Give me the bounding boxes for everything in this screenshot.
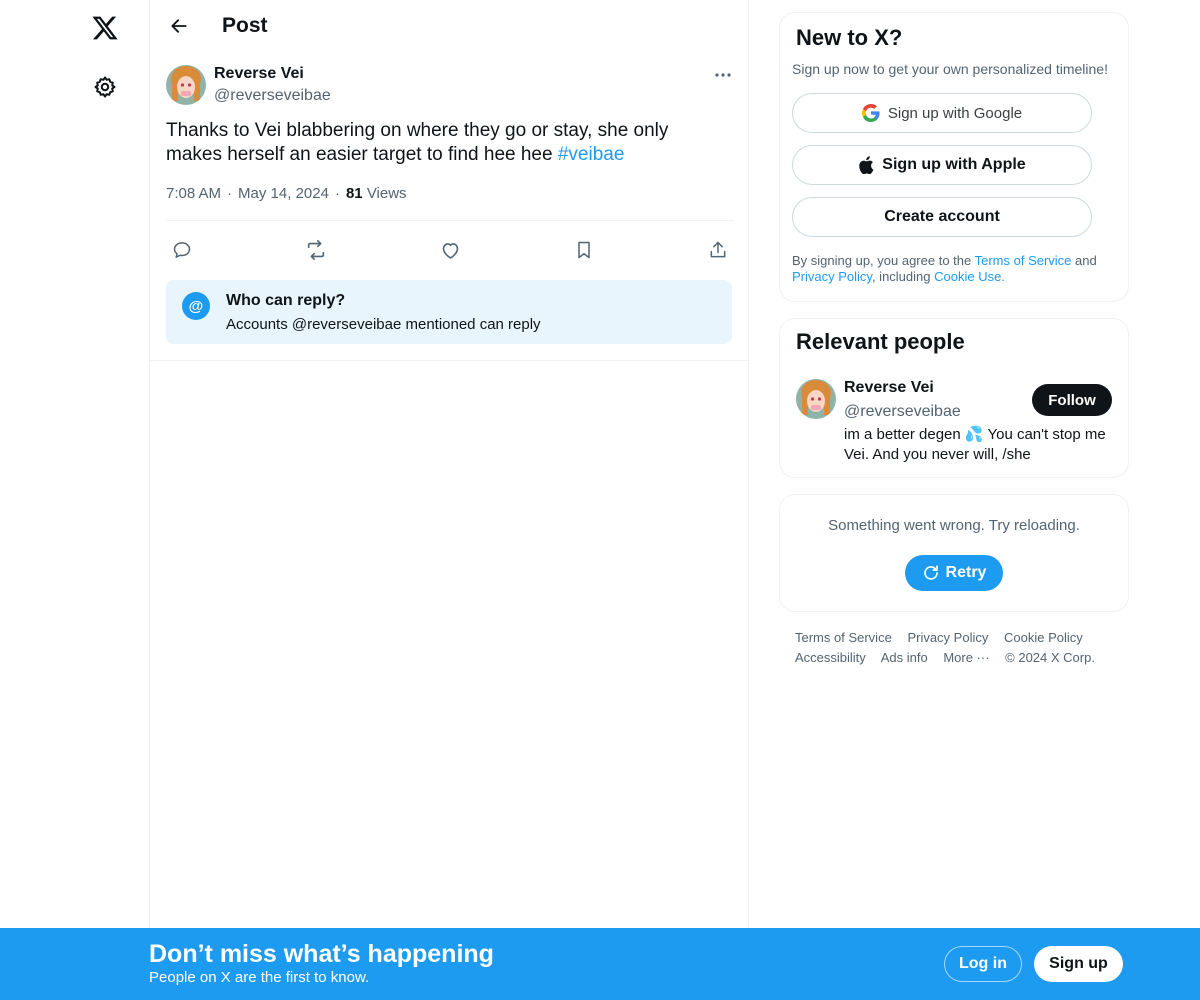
create-account-label: Create account <box>884 208 1000 225</box>
footer-more-link[interactable]: More ··· <box>943 650 989 665</box>
relevant-person-handle[interactable]: @reverseveibae <box>844 403 961 421</box>
author-name[interactable]: Reverse Vei <box>214 65 304 83</box>
page-title: Post <box>222 14 268 37</box>
bookmark-icon[interactable] <box>567 233 601 267</box>
left-nav <box>0 0 150 1000</box>
signup-card: New to X? Sign up now to get your own pe… <box>779 12 1129 302</box>
gear-icon[interactable] <box>81 63 129 111</box>
author-handle[interactable]: @reverseveibae <box>214 87 331 105</box>
refresh-icon <box>923 565 938 580</box>
footer-link[interactable]: Terms of Service <box>795 630 892 645</box>
relevant-person-name[interactable]: Reverse Vei <box>844 379 934 397</box>
post-time[interactable]: 7:08 AM <box>166 185 221 202</box>
legal-and: and <box>1071 253 1097 268</box>
at-sign-icon: @ <box>182 292 210 320</box>
create-account-button[interactable]: Create account <box>792 197 1092 237</box>
bottom-signup-bar: Don’t miss what’s happening People on X … <box>0 928 1200 1000</box>
cookie-link[interactable]: Cookie Use. <box>934 269 1005 284</box>
views-label: Views <box>366 185 407 202</box>
legal-prefix: By signing up, you agree to the <box>792 253 975 268</box>
signup-legal-text: By signing up, you agree to the Terms of… <box>792 253 1112 285</box>
reply-settings-box: @ Who can reply? Accounts @reverseveibae… <box>166 280 732 344</box>
retry-button[interactable]: Retry <box>905 555 1003 591</box>
error-message: Something went wrong. Try reloading. <box>828 517 1080 534</box>
repost-icon[interactable] <box>299 233 333 267</box>
meta-separator: · <box>227 185 233 202</box>
top-bar: Post <box>150 0 750 53</box>
more-icon[interactable] <box>708 63 738 87</box>
google-icon <box>861 104 880 122</box>
post-actions <box>166 221 734 269</box>
signup-apple-button[interactable]: Sign up with Apple <box>792 145 1092 185</box>
signup-google-button[interactable]: Sign up with Google <box>792 93 1092 133</box>
reply-settings-subtitle: Accounts @reverseveibae mentioned can re… <box>226 316 541 333</box>
avatar[interactable] <box>796 379 836 419</box>
footer-link[interactable]: Ads info <box>881 650 928 665</box>
relevant-people-title: Relevant people <box>796 329 965 354</box>
share-icon[interactable] <box>701 233 735 267</box>
apple-icon <box>859 156 874 174</box>
footer-link[interactable]: Accessibility <box>795 650 866 665</box>
main-column: Post Reverse Vei @reverseveibae Thanks t… <box>149 0 750 1000</box>
signup-title: New to X? <box>796 25 903 50</box>
relevant-person-bio: im a better degen 💦 You can't stop me Ve… <box>844 426 1106 463</box>
post-meta: 7:08 AM · May 14, 2024 · 81 Views <box>166 185 407 202</box>
like-icon[interactable] <box>433 233 467 267</box>
signup-subtitle: Sign up now to get your own personalized… <box>792 61 1108 77</box>
meta-separator: · <box>334 185 340 202</box>
relevant-people-card: Relevant people Reverse Vei @reverseveib… <box>779 318 1129 478</box>
reply-settings-title: Who can reply? <box>226 292 346 309</box>
views-count: 81 <box>345 185 363 202</box>
avatar[interactable] <box>166 65 206 105</box>
reply-icon[interactable] <box>165 233 199 267</box>
bottom-bar-title: Don’t miss what’s happening <box>149 940 494 968</box>
app-root: Post Reverse Vei @reverseveibae Thanks t… <box>0 0 1200 1000</box>
signup-google-label: Sign up with Google <box>887 104 1023 122</box>
hashtag-link[interactable]: #veibae <box>558 144 625 165</box>
login-button[interactable]: Log in <box>944 946 1022 982</box>
terms-link[interactable]: Terms of Service <box>975 253 1072 268</box>
footer-links: Terms of Service Privacy Policy Cookie P… <box>795 628 1115 668</box>
arrow-left-icon[interactable] <box>162 9 196 43</box>
bottom-bar-subtitle: People on X are the first to know. <box>149 969 370 986</box>
footer-link[interactable]: Cookie Policy <box>1004 630 1083 645</box>
post-text: Thanks to Vei blabbering on where they g… <box>166 119 726 167</box>
signup-apple-label: Sign up with Apple <box>882 156 1026 173</box>
post: Reverse Vei @reverseveibae Thanks to Vei… <box>150 53 750 361</box>
signup-button[interactable]: Sign up <box>1034 946 1123 982</box>
footer-link[interactable]: Privacy Policy <box>907 630 988 645</box>
copyright: © 2024 X Corp. <box>1005 650 1095 665</box>
error-card: Something went wrong. Try reloading. Ret… <box>779 494 1129 612</box>
x-logo-icon[interactable] <box>81 4 129 52</box>
privacy-link[interactable]: Privacy Policy <box>792 269 872 284</box>
retry-label: Retry <box>945 564 987 581</box>
post-date[interactable]: May 14, 2024 <box>238 185 329 202</box>
legal-including: , including <box>871 269 935 284</box>
follow-button[interactable]: Follow <box>1032 384 1112 416</box>
